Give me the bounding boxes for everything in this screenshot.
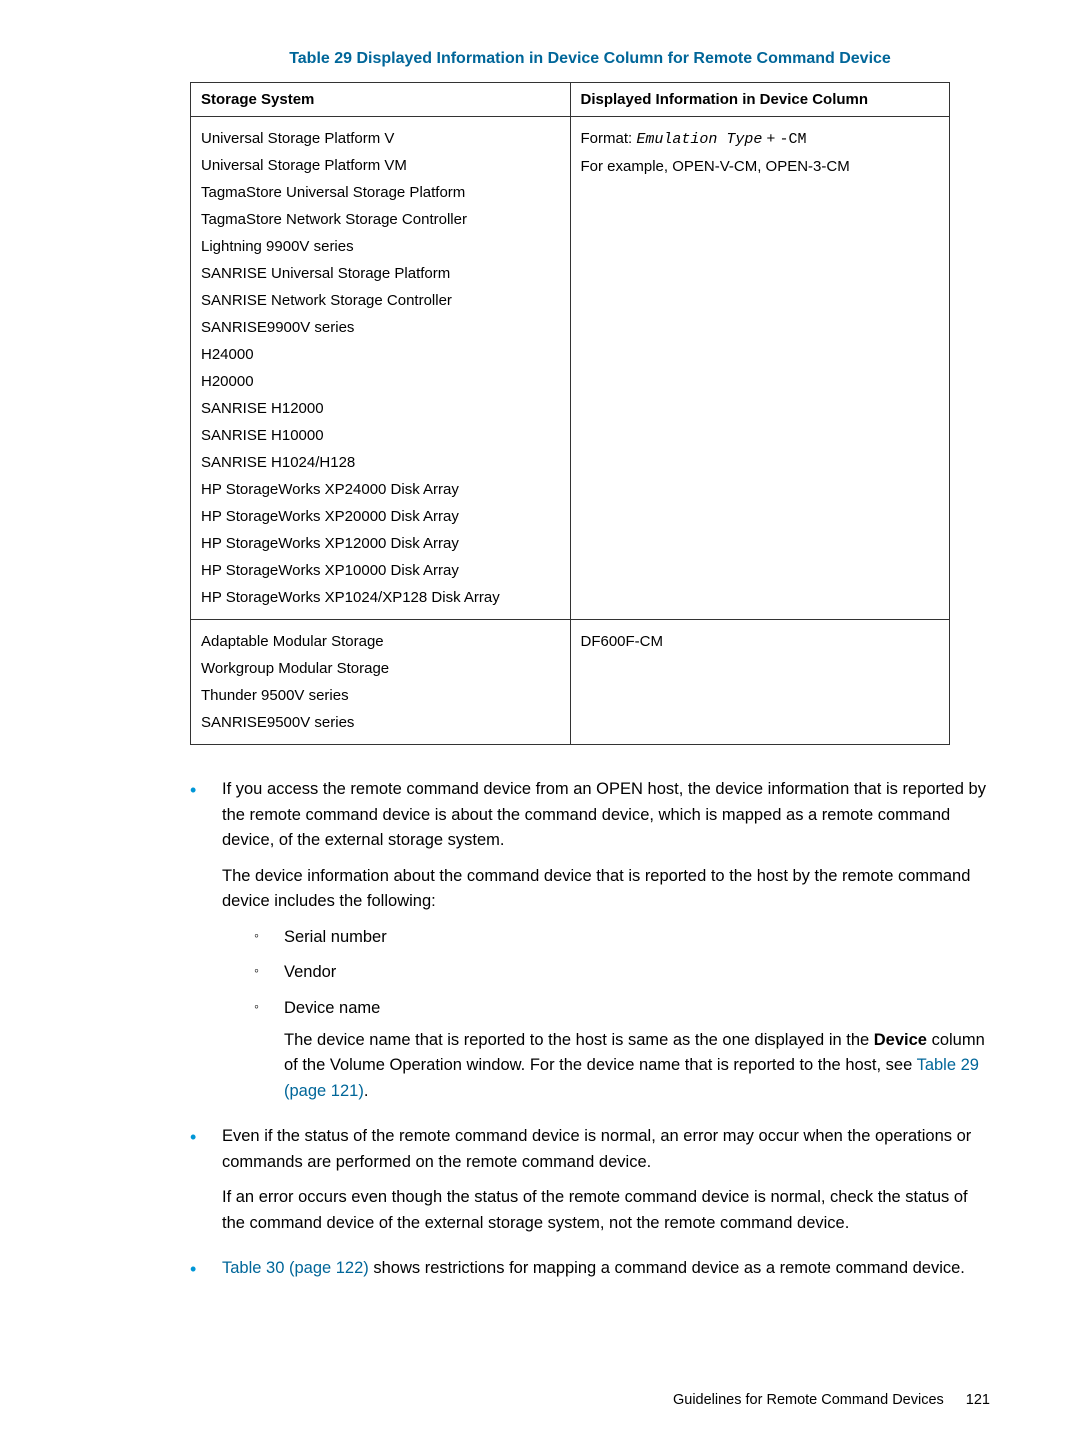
page-number: 121	[966, 1392, 990, 1408]
device-info-table: Storage System Displayed Information in …	[190, 82, 950, 745]
cell-info-2: DF600F-CM	[570, 620, 950, 745]
cm-suffix: -CM	[779, 131, 806, 148]
bullet-2-p1: Even if the status of the remote command…	[222, 1127, 971, 1171]
device-bold: Device	[874, 1031, 927, 1049]
storage-item: Lightning 9900V series	[201, 233, 560, 260]
sub-item-serial: Serial number	[254, 925, 990, 951]
table-row: Adaptable Modular Storage Workgroup Modu…	[191, 620, 950, 745]
storage-item: Adaptable Modular Storage	[201, 628, 560, 655]
table-header-storage: Storage System	[191, 83, 571, 117]
storage-item: SANRISE H12000	[201, 395, 560, 422]
storage-item: HP StorageWorks XP10000 Disk Array	[201, 557, 560, 584]
storage-item: HP StorageWorks XP12000 Disk Array	[201, 530, 560, 557]
emulation-type: Emulation Type	[636, 131, 762, 148]
bullet-3-text: shows restrictions for mapping a command…	[369, 1259, 965, 1277]
storage-item: SANRISE H10000	[201, 422, 560, 449]
storage-item: HP StorageWorks XP24000 Disk Array	[201, 476, 560, 503]
bullet-item-1: If you access the remote command device …	[190, 777, 990, 1104]
storage-item: SANRISE Universal Storage Platform	[201, 260, 560, 287]
sub-item-devicename: Device name The device name that is repo…	[254, 996, 990, 1104]
storage-item: Workgroup Modular Storage	[201, 655, 560, 682]
table-header-info: Displayed Information in Device Column	[570, 83, 950, 117]
device-name-text-end: .	[364, 1082, 369, 1100]
format-label: Format:	[581, 130, 637, 147]
storage-item: SANRISE9500V series	[201, 709, 560, 736]
cell-info-1: Format: Emulation Type + -CM For example…	[570, 117, 950, 620]
sub-bullet-list: Serial number Vendor Device name The dev…	[222, 925, 990, 1104]
device-name-label: Device name	[284, 999, 380, 1017]
sub-item-vendor: Vendor	[254, 960, 990, 986]
storage-item: HP StorageWorks XP20000 Disk Array	[201, 503, 560, 530]
bullet-item-2: Even if the status of the remote command…	[190, 1124, 990, 1236]
storage-item: TagmaStore Universal Storage Platform	[201, 179, 560, 206]
storage-item: Universal Storage Platform V	[201, 125, 560, 152]
format-example: For example, OPEN-V-CM, OPEN-3-CM	[581, 153, 940, 180]
storage-item: Thunder 9500V series	[201, 682, 560, 709]
table-30-link[interactable]: Table 30 (page 122)	[222, 1259, 369, 1277]
page-footer: Guidelines for Remote Command Devices 12…	[673, 1392, 990, 1408]
storage-item: SANRISE9900V series	[201, 314, 560, 341]
storage-item: SANRISE Network Storage Controller	[201, 287, 560, 314]
bullet-1-p2: The device information about the command…	[222, 864, 990, 915]
storage-item: TagmaStore Network Storage Controller	[201, 206, 560, 233]
storage-item: SANRISE H1024/H128	[201, 449, 560, 476]
bullet-2-p2: If an error occurs even though the statu…	[222, 1185, 990, 1236]
cell-storage-list-1: Universal Storage Platform V Universal S…	[191, 117, 571, 620]
table-caption: Table 29 Displayed Information in Device…	[190, 50, 990, 68]
storage-item: Universal Storage Platform VM	[201, 152, 560, 179]
main-bullet-list: If you access the remote command device …	[90, 777, 990, 1282]
storage-item: HP StorageWorks XP1024/XP128 Disk Array	[201, 584, 560, 611]
bullet-1-p1: If you access the remote command device …	[222, 780, 986, 849]
table-row: Universal Storage Platform V Universal S…	[191, 117, 950, 620]
storage-item: H24000	[201, 341, 560, 368]
cell-storage-list-2: Adaptable Modular Storage Workgroup Modu…	[191, 620, 571, 745]
storage-item: H20000	[201, 368, 560, 395]
device-name-text-pre: The device name that is reported to the …	[284, 1031, 874, 1049]
bullet-item-3: Table 30 (page 122) shows restrictions f…	[190, 1256, 990, 1282]
format-plus: +	[762, 130, 779, 147]
footer-label: Guidelines for Remote Command Devices	[673, 1392, 944, 1408]
